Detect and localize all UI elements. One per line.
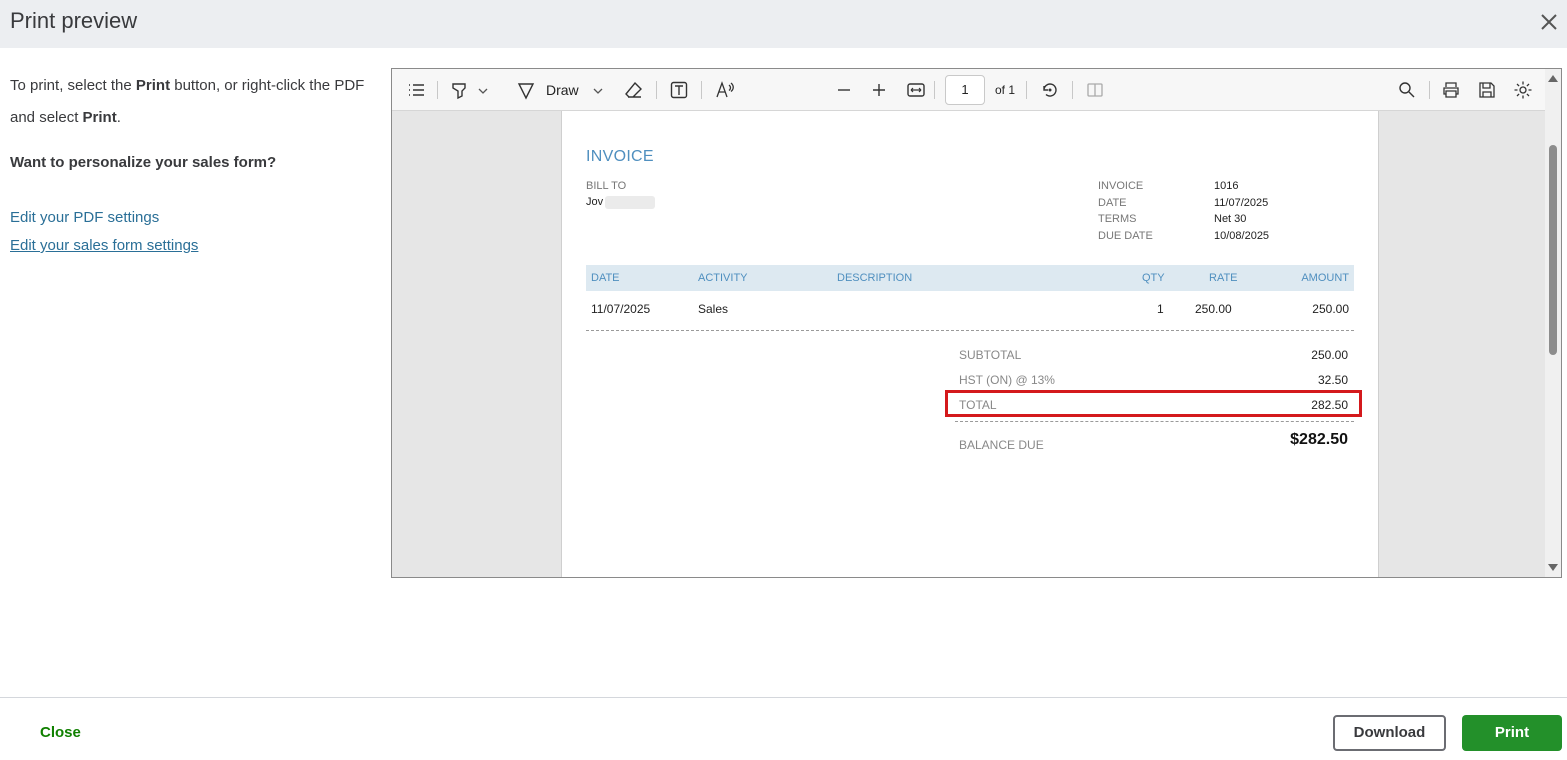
draw-icon[interactable] — [516, 80, 536, 100]
bill-to-label: BILL TO — [586, 180, 627, 192]
toolbar-divider — [437, 81, 438, 99]
print-instructions: To print, select the Print button, or ri… — [10, 70, 380, 134]
highlight-icon[interactable] — [449, 80, 469, 100]
chevron-down-icon[interactable] — [591, 80, 605, 100]
download-button[interactable]: Download — [1333, 715, 1446, 751]
invoice-terms-label: TERMS — [1098, 213, 1137, 225]
row-rate: 250.00 — [1195, 302, 1232, 316]
search-icon[interactable] — [1397, 80, 1417, 100]
rotate-icon[interactable] — [1040, 80, 1060, 100]
subtotal-value: 250.00 — [1311, 348, 1348, 362]
tax-value: 32.50 — [1317, 373, 1348, 387]
contents-icon[interactable] — [406, 80, 426, 100]
edit-sales-form-settings-link[interactable]: Edit your sales form settings — [10, 237, 198, 254]
toolbar-divider — [934, 81, 935, 99]
column-header-rate: RATE — [1209, 272, 1238, 284]
column-header-description: DESCRIPTION — [837, 272, 913, 284]
text-box-icon[interactable] — [669, 80, 689, 100]
column-header-activity: ACTIVITY — [698, 272, 748, 284]
vertical-scrollbar[interactable] — [1545, 69, 1561, 577]
page-number-input[interactable]: 1 — [945, 75, 985, 105]
toolbar-divider — [1429, 81, 1430, 99]
chevron-down-icon[interactable] — [476, 80, 490, 100]
line-items-divider — [586, 330, 1354, 331]
print-button[interactable]: Print — [1462, 715, 1562, 751]
invoice-date-label: DATE — [1098, 197, 1127, 209]
toolbar-divider — [656, 81, 657, 99]
invoice-terms-value: Net 30 — [1214, 213, 1247, 225]
read-aloud-icon[interactable] — [715, 80, 735, 100]
total-divider — [955, 421, 1354, 422]
column-header-date: DATE — [591, 272, 620, 284]
row-activity: Sales — [698, 302, 729, 316]
toolbar-divider — [1026, 81, 1027, 99]
edit-pdf-settings-link[interactable]: Edit your PDF settings — [10, 209, 159, 226]
personalize-heading: Want to personalize your sales form? — [10, 154, 277, 171]
pdf-viewer: Draw 1 of 1 INVOICE BILL TO Jov INVOICE … — [391, 68, 1562, 578]
row-qty: 1 — [1157, 302, 1164, 316]
page-view-icon[interactable] — [1085, 80, 1105, 100]
scrollbar-thumb[interactable] — [1549, 145, 1557, 355]
redacted-name — [605, 196, 655, 209]
tax-label: HST (ON) @ 13% — [959, 373, 1055, 387]
toolbar-divider — [1072, 81, 1073, 99]
draw-label[interactable]: Draw — [546, 82, 579, 98]
line-items-header: DATE ACTIVITY DESCRIPTION QTY RATE AMOUN… — [586, 265, 1354, 291]
instruction-text-end: . — [116, 109, 121, 126]
balance-due-label: BALANCE DUE — [959, 438, 1044, 452]
close-icon[interactable] — [1535, 8, 1563, 36]
dialog-footer: Close Download Print — [0, 697, 1567, 760]
save-icon[interactable] — [1477, 80, 1497, 100]
column-header-amount: AMOUNT — [1301, 272, 1349, 284]
row-date: 11/07/2025 — [591, 302, 651, 316]
print-icon[interactable] — [1441, 80, 1461, 100]
invoice-number-value: 1016 — [1214, 180, 1239, 192]
balance-due-value: $282.50 — [1290, 431, 1348, 448]
dialog-header: Print preview — [0, 0, 1567, 48]
pdf-toolbar: Draw 1 of 1 — [392, 69, 1561, 111]
toolbar-divider — [701, 81, 702, 99]
subtotal-label: SUBTOTAL — [959, 348, 1022, 362]
invoice-due-date-label: DUE DATE — [1098, 230, 1153, 242]
scroll-down-arrow-icon[interactable] — [1548, 564, 1558, 571]
scroll-up-arrow-icon[interactable] — [1548, 75, 1558, 82]
bill-to-name: Jov — [586, 196, 604, 208]
row-amount: 250.00 — [1312, 302, 1349, 316]
zoom-out-icon[interactable] — [834, 80, 854, 100]
fit-width-icon[interactable] — [906, 80, 926, 100]
invoice-page: INVOICE BILL TO Jov INVOICE 1016 DATE 11… — [561, 111, 1379, 577]
invoice-title: INVOICE — [586, 148, 654, 165]
invoice-date-value: 11/07/2025 — [1214, 197, 1269, 209]
eraser-icon[interactable] — [624, 80, 644, 100]
instruction-text: To print, select the — [10, 77, 136, 94]
dialog-title: Print preview — [10, 8, 138, 33]
instruction-print-word: Print — [135, 77, 171, 94]
column-header-qty: QTY — [1142, 272, 1165, 284]
zoom-in-icon[interactable] — [869, 80, 889, 100]
page-count: of 1 — [995, 83, 1016, 97]
invoice-number-label: INVOICE — [1098, 180, 1144, 192]
close-button[interactable]: Close — [40, 724, 81, 741]
total-highlight-box — [945, 390, 1362, 417]
instruction-print-word-2: Print — [82, 109, 117, 126]
invoice-due-date-value: 10/08/2025 — [1214, 230, 1270, 242]
settings-icon[interactable] — [1513, 80, 1533, 100]
